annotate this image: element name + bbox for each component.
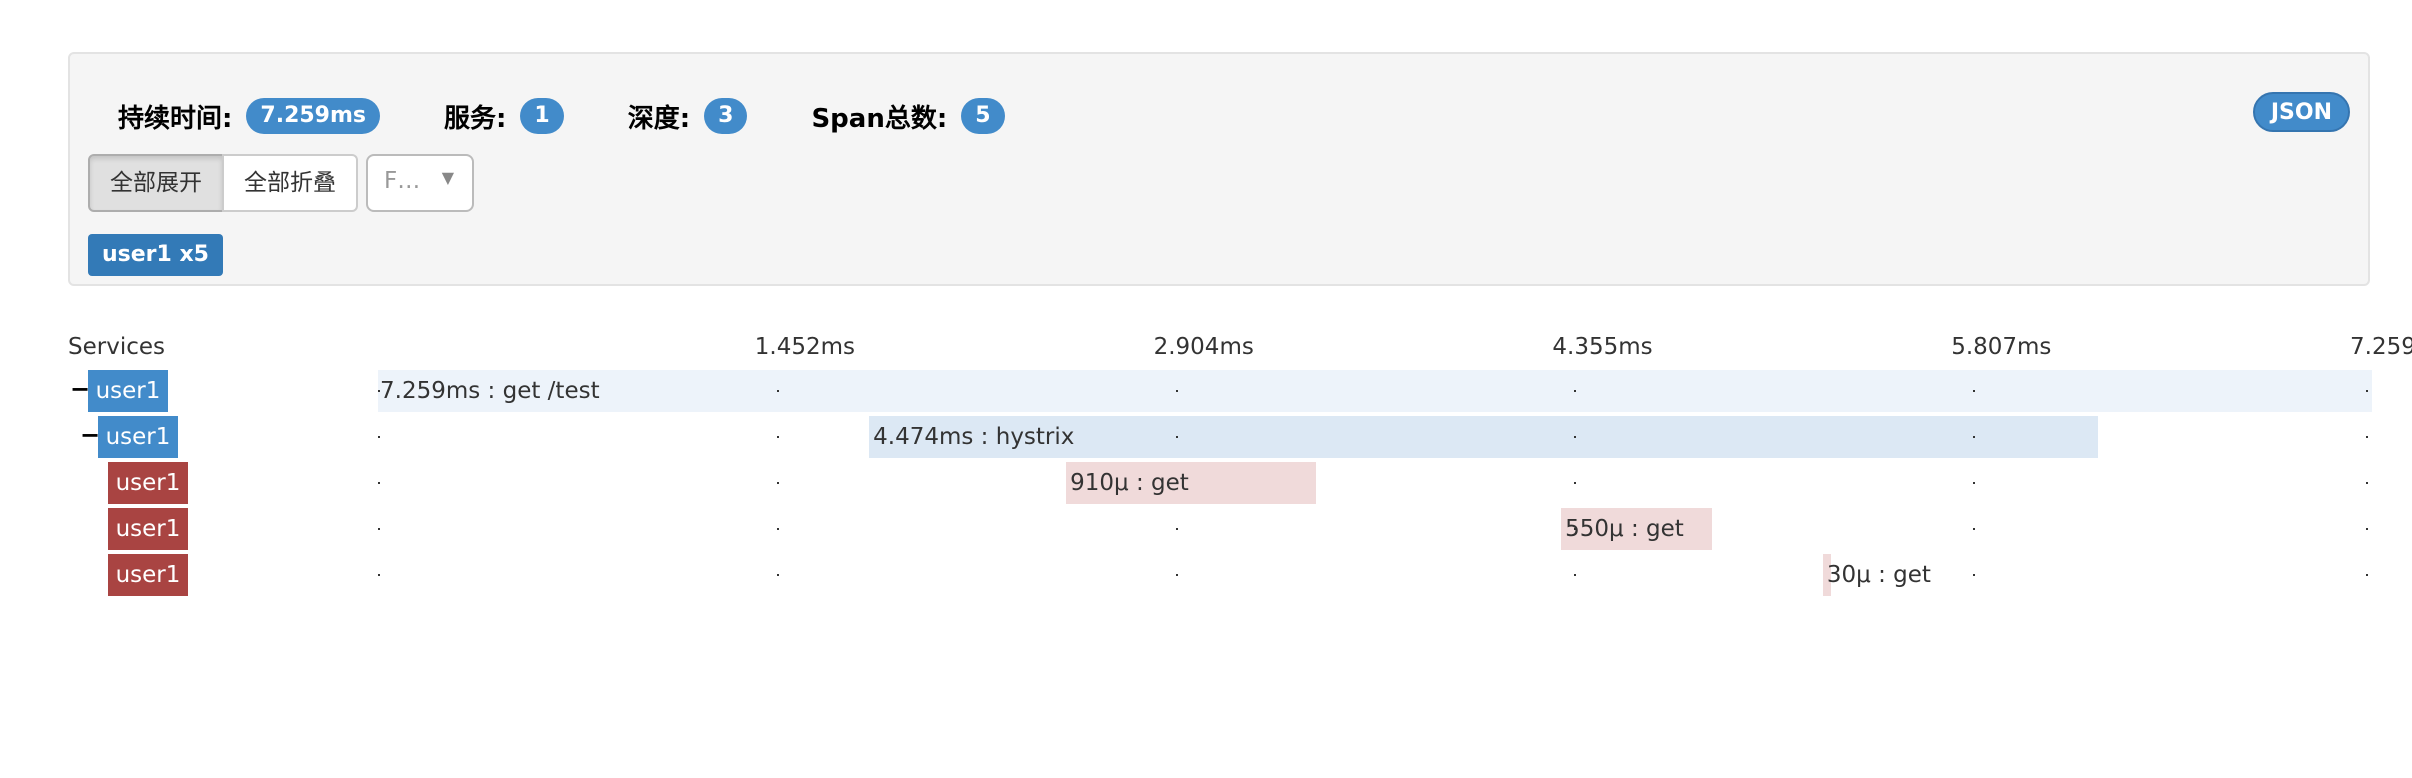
grid-dot <box>2366 390 2368 392</box>
grid-dot <box>776 574 779 576</box>
trace-summary-panel: 持续时间: 7.259ms 服务: 1 深度: 3 Span总数: 5 JSON… <box>68 52 2370 286</box>
services-column-header: Services <box>68 334 165 360</box>
depth-stat: 深度: 3 <box>628 98 748 135</box>
grid-dot <box>1574 482 1577 484</box>
span-total-label: Span总数: <box>811 103 948 134</box>
grid-dot <box>378 574 380 576</box>
span-service-label[interactable]: user1 <box>108 554 188 596</box>
span-service-label[interactable]: user1 <box>98 416 178 458</box>
span-total-badge: 5 <box>961 98 1005 134</box>
json-button[interactable]: JSON <box>2252 92 2350 132</box>
grid-dot <box>1175 528 1178 530</box>
grid-dot <box>776 390 779 392</box>
span-service-label[interactable]: user1 <box>88 370 168 412</box>
expand-collapse-group: 全部展开 全部折叠 F… ▼ <box>88 154 474 212</box>
grid-dot <box>1973 436 1976 438</box>
tick-label: 5.807ms <box>1951 334 2052 360</box>
grid-dot <box>378 436 380 438</box>
span-label[interactable]: 550μ : get <box>1565 508 1684 550</box>
trace-stats: 持续时间: 7.259ms 服务: 1 深度: 3 Span总数: 5 <box>118 96 1069 136</box>
grid-dot <box>2366 528 2368 530</box>
grid-dot <box>2366 436 2368 438</box>
grid-dot <box>1175 574 1178 576</box>
grid-dot <box>2366 574 2368 576</box>
grid-dot <box>1973 528 1976 530</box>
duration-badge: 7.259ms <box>246 98 381 134</box>
tick-label: 2.904ms <box>1153 334 1254 360</box>
depth-label: 深度: <box>627 103 691 134</box>
chevron-down-icon: ▼ <box>441 168 454 187</box>
grid-dot <box>1973 574 1976 576</box>
grid-dot <box>1574 574 1577 576</box>
services-badge: 1 <box>520 98 564 134</box>
filter-placeholder: F… <box>384 168 421 194</box>
tick-label: 1.452ms <box>754 334 856 360</box>
grid-dot <box>1175 390 1178 392</box>
duration-stat: 持续时间: 7.259ms <box>118 98 381 135</box>
span-total-stat: Span总数: 5 <box>811 98 1005 135</box>
grid-dot <box>2366 482 2368 484</box>
service-filter-tag[interactable]: user1 x5 <box>88 234 223 276</box>
span-label[interactable]: 910μ : get <box>1070 462 1189 504</box>
depth-badge: 3 <box>704 98 748 134</box>
root-span-background <box>378 370 2372 412</box>
duration-label: 持续时间: <box>118 103 233 134</box>
span-service-label[interactable]: user1 <box>108 462 188 504</box>
grid-dot <box>378 482 380 484</box>
service-filter-select[interactable]: F… ▼ <box>366 154 474 212</box>
grid-dot <box>378 528 380 530</box>
expand-all-button[interactable]: 全部展开 <box>88 154 224 212</box>
grid-dot <box>1973 482 1976 484</box>
grid-dot <box>1574 436 1577 438</box>
grid-dot <box>776 482 779 484</box>
collapse-all-button[interactable]: 全部折叠 <box>222 154 358 212</box>
span-label[interactable]: 7.259ms : get /test <box>380 370 600 412</box>
tick-label: 4.355ms <box>1552 334 1653 360</box>
grid-dot <box>776 436 779 438</box>
services-label: 服务: <box>444 103 507 134</box>
span-label[interactable]: 30μ : get <box>1827 554 1931 596</box>
tick-label: 7.259m <box>2350 334 2412 360</box>
span-label[interactable]: 4.474ms : hystrix <box>873 416 1074 458</box>
services-stat: 服务: 1 <box>444 98 564 135</box>
grid-dot <box>1574 390 1577 392</box>
grid-dot <box>776 528 779 530</box>
span-service-label[interactable]: user1 <box>108 508 188 550</box>
grid-dot <box>1973 390 1976 392</box>
grid-dot <box>1175 436 1178 438</box>
